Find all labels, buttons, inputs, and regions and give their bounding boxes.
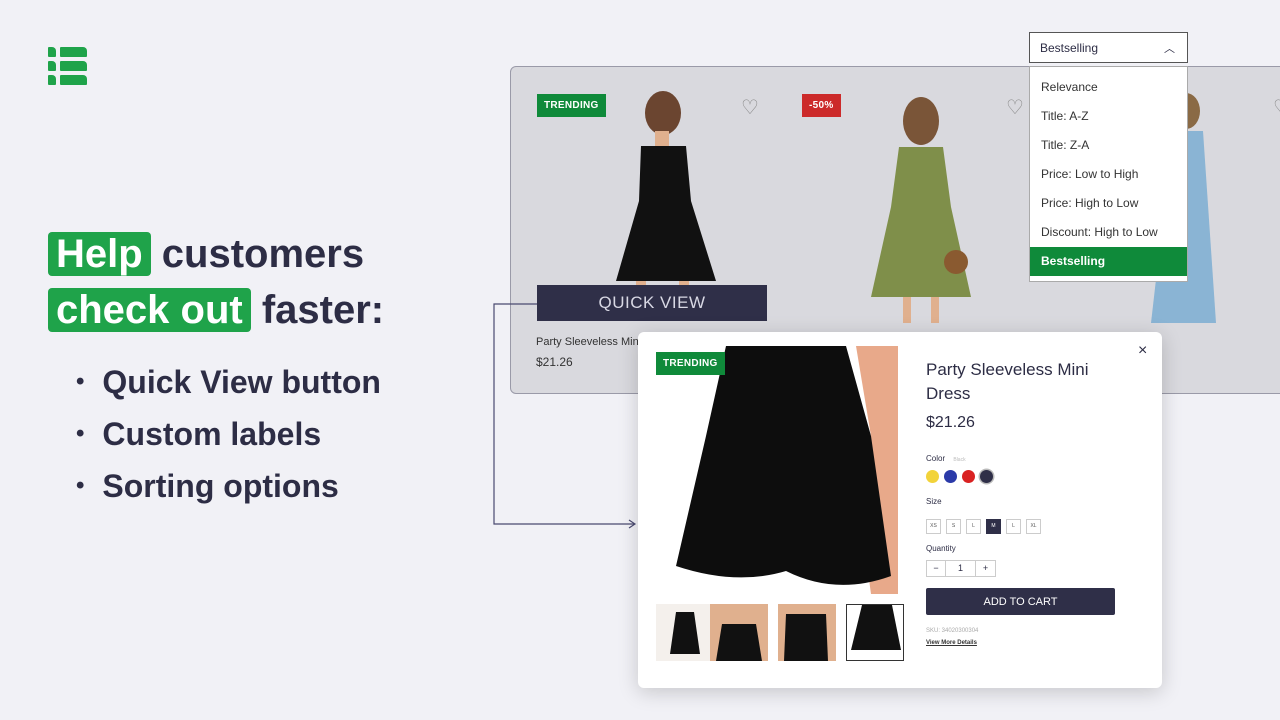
- thumbnail[interactable]: [656, 604, 714, 661]
- sort-option[interactable]: Title: A-Z: [1030, 102, 1187, 131]
- heart-icon[interactable]: ♡: [1006, 95, 1024, 120]
- thumbnail-selected[interactable]: [846, 604, 904, 661]
- quantity-stepper: − 1 +: [926, 560, 996, 577]
- sort-options: Relevance Title: A-Z Title: Z-A Price: L…: [1029, 66, 1188, 282]
- sort-option-selected[interactable]: Bestselling: [1030, 247, 1187, 276]
- trending-badge: TRENDING: [656, 352, 725, 375]
- heart-icon[interactable]: ♡: [1273, 95, 1280, 120]
- feature-list: Quick View button Custom labels Sorting …: [76, 358, 381, 514]
- sku: SKU: 34020300304: [926, 628, 979, 634]
- discount-badge: -50%: [802, 94, 841, 117]
- modal-price: $21.26: [926, 414, 975, 431]
- color-swatch-red[interactable]: [962, 470, 975, 483]
- size-option[interactable]: L: [1006, 519, 1021, 534]
- logo-icon: [48, 47, 88, 87]
- feature-item: Quick View button: [76, 358, 381, 410]
- sort-option[interactable]: Discount: High to Low: [1030, 218, 1187, 247]
- headline-highlight: Help: [48, 232, 151, 276]
- minus-button[interactable]: −: [927, 561, 946, 576]
- sort-option[interactable]: Title: Z-A: [1030, 131, 1187, 160]
- size-option[interactable]: L: [966, 519, 981, 534]
- color-value: Black: [953, 457, 966, 463]
- sort-dropdown[interactable]: Bestselling ︿: [1029, 32, 1188, 63]
- trending-badge: TRENDING: [537, 94, 606, 117]
- product-main-image: [656, 346, 898, 594]
- color-swatch-blue[interactable]: [944, 470, 957, 483]
- sort-option[interactable]: Relevance: [1030, 73, 1187, 102]
- thumbnail[interactable]: [778, 604, 836, 661]
- sort-option[interactable]: Price: Low to High: [1030, 160, 1187, 189]
- size-option[interactable]: XL: [1026, 519, 1041, 534]
- modal-title: Party Sleeveless Mini Dress: [926, 360, 1089, 403]
- size-option[interactable]: XS: [926, 519, 941, 534]
- quantity-label: Quantity: [926, 544, 956, 553]
- view-more-details-link[interactable]: View More Details: [926, 640, 977, 646]
- sort-selected: Bestselling: [1040, 40, 1099, 55]
- thumbnail[interactable]: [710, 604, 768, 661]
- headline: Help customers check out faster:: [48, 226, 384, 338]
- close-icon[interactable]: ×: [1138, 342, 1147, 360]
- plus-button[interactable]: +: [976, 561, 995, 576]
- quantity-input[interactable]: 1: [946, 561, 976, 576]
- quick-view-modal: TRENDING × Party Sleeveless Mini Dress $…: [638, 332, 1162, 688]
- color-label: Color: [926, 454, 946, 463]
- feature-item: Sorting options: [76, 462, 381, 514]
- size-label: Size: [926, 497, 942, 506]
- add-to-cart-button[interactable]: ADD TO CART: [926, 588, 1115, 615]
- size-option-selected[interactable]: M: [986, 519, 1001, 534]
- size-option[interactable]: S: [946, 519, 961, 534]
- heart-icon[interactable]: ♡: [741, 95, 759, 120]
- color-swatch-yellow[interactable]: [926, 470, 939, 483]
- connector-arrow: [493, 303, 637, 529]
- color-swatch-black[interactable]: [980, 470, 993, 483]
- sort-option[interactable]: Price: High to Low: [1030, 189, 1187, 218]
- feature-item: Custom labels: [76, 410, 381, 462]
- headline-highlight: check out: [48, 288, 251, 332]
- product-image[interactable]: [861, 97, 981, 323]
- chevron-up-icon: ︿: [1164, 42, 1175, 55]
- headline-text: customers: [150, 232, 365, 276]
- headline-text: faster:: [250, 288, 385, 332]
